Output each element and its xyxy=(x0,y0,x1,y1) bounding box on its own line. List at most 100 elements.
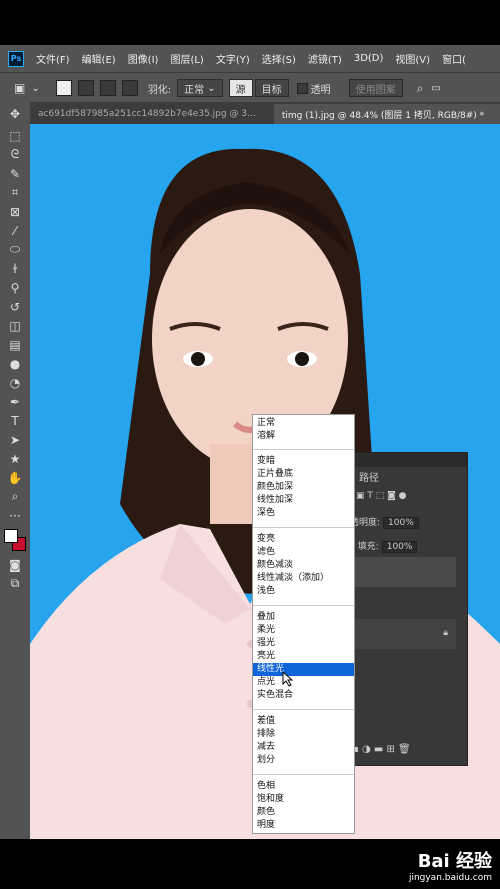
layers-panel: 路径 ▣ T ⬚ ◙ ● 透明度:100% 🔒︎ 填充:100% 🔒︎ ▪ ◑ … xyxy=(345,452,468,766)
menu-edit[interactable]: 编辑(E) xyxy=(82,51,116,66)
blend-mode-option[interactable]: 饱和度 xyxy=(253,793,354,806)
blend-mode-option[interactable]: 明度 xyxy=(253,819,354,832)
menu-3d[interactable]: 3D(D) xyxy=(354,53,384,64)
eyedropper-tool-icon[interactable]: ⁄ xyxy=(0,221,30,240)
baidu-watermark: Bai 经验 jingyan.baidu.com xyxy=(409,847,492,883)
menu-separator xyxy=(253,774,354,775)
more-tools-icon[interactable]: ··· xyxy=(0,506,30,525)
layer-filter-icons[interactable]: ▣ T ⬚ ◙ ● xyxy=(356,491,407,501)
blend-mode-option[interactable]: 划分 xyxy=(253,754,354,767)
menu-bar: Ps 文件(F) 编辑(E) 图像(I) 图层(L) 文字(Y) 选择(S) 滤… xyxy=(0,45,500,72)
blend-mode-option[interactable]: 亮光 xyxy=(253,650,354,663)
fill-input[interactable]: 100% xyxy=(381,541,418,553)
blend-mode-option[interactable]: 线性光 xyxy=(253,663,354,676)
menu-type[interactable]: 文字(Y) xyxy=(216,51,250,66)
source-button[interactable]: 源 xyxy=(228,79,253,97)
tab-document-1[interactable]: ac691df587985a251cc14892b7e4e35.jpg @ 3… xyxy=(30,104,274,124)
blend-mode-option[interactable]: 滤色 xyxy=(253,546,354,559)
menu-filter[interactable]: 滤镜(T) xyxy=(308,51,342,66)
stamp-tool-icon[interactable]: ⚲ xyxy=(0,278,30,297)
menu-image[interactable]: 图像(I) xyxy=(128,51,159,66)
layer-actions[interactable]: ▪ ◑ ▬ ⊞ 🗑︎ xyxy=(352,744,411,755)
path-select-icon[interactable]: ➤ xyxy=(0,430,30,449)
pupil-right xyxy=(295,352,309,366)
blend-mode-option[interactable]: 颜色加深 xyxy=(253,481,354,494)
menu-view[interactable]: 视图(V) xyxy=(395,51,430,66)
blend-mode-option[interactable]: 正常 xyxy=(253,417,354,430)
blend-mode-option[interactable]: 叠加 xyxy=(253,611,354,624)
screen-mode-icon[interactable]: ⧉ xyxy=(0,574,30,593)
menu-separator xyxy=(253,527,354,528)
tab-paths[interactable]: 路径 xyxy=(359,469,379,484)
blend-mode-option[interactable]: 排除 xyxy=(253,728,354,741)
menu-window[interactable]: 窗口( xyxy=(442,51,466,66)
layer-row-selected[interactable] xyxy=(346,557,456,587)
blend-mode-option[interactable]: 变暗 xyxy=(253,455,354,468)
blend-mode-option[interactable]: 颜色减淡 xyxy=(253,559,354,572)
add-selection-button[interactable] xyxy=(77,80,94,96)
hand-tool-icon[interactable]: ✋ xyxy=(0,468,30,487)
menu-file[interactable]: 文件(F) xyxy=(36,51,70,66)
intersect-selection-button[interactable] xyxy=(121,80,138,96)
blend-mode-option[interactable]: 深色 xyxy=(253,507,354,520)
use-pattern-button[interactable]: 使用图案 xyxy=(348,79,403,97)
layer-row-background[interactable]: 🔒︎ xyxy=(346,619,456,649)
blend-mode-option[interactable]: 溶解 xyxy=(253,430,354,443)
brush-tool-icon[interactable]: ɫ xyxy=(0,259,30,278)
foreground-color-swatch[interactable] xyxy=(4,529,18,543)
chevron-down-icon[interactable]: ⌄ xyxy=(31,83,39,94)
subtract-selection-button[interactable] xyxy=(99,80,116,96)
eraser-tool-icon[interactable]: ◫ xyxy=(0,316,30,335)
blend-mode-option[interactable]: 浅色 xyxy=(253,585,354,598)
gradient-tool-icon[interactable]: ▤ xyxy=(0,335,30,354)
menu-layer[interactable]: 图层(L) xyxy=(170,51,203,66)
blend-mode-option[interactable]: 强光 xyxy=(253,637,354,650)
color-swatches[interactable] xyxy=(0,525,30,555)
dodge-tool-icon[interactable]: ◔ xyxy=(0,373,30,392)
blend-mode-option[interactable]: 变亮 xyxy=(253,533,354,546)
top-black-strip xyxy=(0,0,500,45)
menu-select[interactable]: 选择(S) xyxy=(262,51,296,66)
zoom-tool-icon[interactable]: ⌕ xyxy=(0,487,30,506)
blend-mode-option[interactable]: 色相 xyxy=(253,780,354,793)
crop-tool-icon[interactable]: ⌗ xyxy=(0,183,30,202)
mouse-cursor-icon xyxy=(282,671,294,687)
type-tool-icon[interactable]: T xyxy=(0,411,30,430)
blend-mode-option[interactable]: 实色混合 xyxy=(253,689,354,702)
marquee-tool-icon[interactable]: ⬚ xyxy=(0,126,30,145)
move-tool-icon[interactable]: ✥ xyxy=(0,102,30,126)
blur-tool-icon[interactable]: ● xyxy=(0,354,30,373)
pupil-left xyxy=(191,352,205,366)
patch-tool-icon[interactable]: ⬭ xyxy=(0,240,30,259)
menu-separator xyxy=(253,605,354,606)
blend-mode-option[interactable]: 点光 xyxy=(253,676,354,689)
transparent-checkbox[interactable] xyxy=(296,82,308,94)
blend-mode-option[interactable]: 颜色 xyxy=(253,806,354,819)
patch-tool-icon[interactable]: ▣ xyxy=(14,81,25,95)
blend-mode-option[interactable]: 差值 xyxy=(253,715,354,728)
workspace-icon[interactable]: ▭ xyxy=(431,83,440,94)
pen-tool-icon[interactable]: ✒ xyxy=(0,392,30,411)
panel-header xyxy=(346,453,467,467)
blend-mode-option[interactable]: 减去 xyxy=(253,741,354,754)
layer-lock-icon: 🔒︎ xyxy=(443,628,448,638)
blend-mode-option[interactable]: 线性加深 xyxy=(253,494,354,507)
opacity-row: 透明度: 100% xyxy=(350,515,419,529)
history-brush-icon[interactable]: ↺ xyxy=(0,297,30,316)
search-icon[interactable]: ⌕ xyxy=(417,81,424,96)
mode-select[interactable]: 正常 ⌄ xyxy=(177,79,223,97)
blend-mode-option[interactable]: 正片叠底 xyxy=(253,468,354,481)
tab-document-2[interactable]: timg (1).jpg @ 48.4% (图层 1 拷贝, RGB/8#) * xyxy=(273,104,500,124)
feather-label: 羽化: xyxy=(147,84,172,96)
shape-tool-icon[interactable]: ★ xyxy=(0,449,30,468)
blend-mode-option[interactable]: 线性减淡（添加） xyxy=(253,572,354,585)
blend-mode-option[interactable]: 柔光 xyxy=(253,624,354,637)
quick-mask-icon[interactable]: ◙ xyxy=(0,555,30,574)
transparent-label: 透明 xyxy=(310,84,331,96)
target-button[interactable]: 目标 xyxy=(254,79,289,97)
lasso-tool-icon[interactable]: ᘓ xyxy=(0,145,30,164)
quick-select-tool-icon[interactable]: ✎ xyxy=(0,164,30,183)
frame-tool-icon[interactable]: ⊠ xyxy=(0,202,30,221)
opacity-input[interactable]: 100% xyxy=(383,517,419,529)
new-selection-button[interactable] xyxy=(55,80,72,96)
